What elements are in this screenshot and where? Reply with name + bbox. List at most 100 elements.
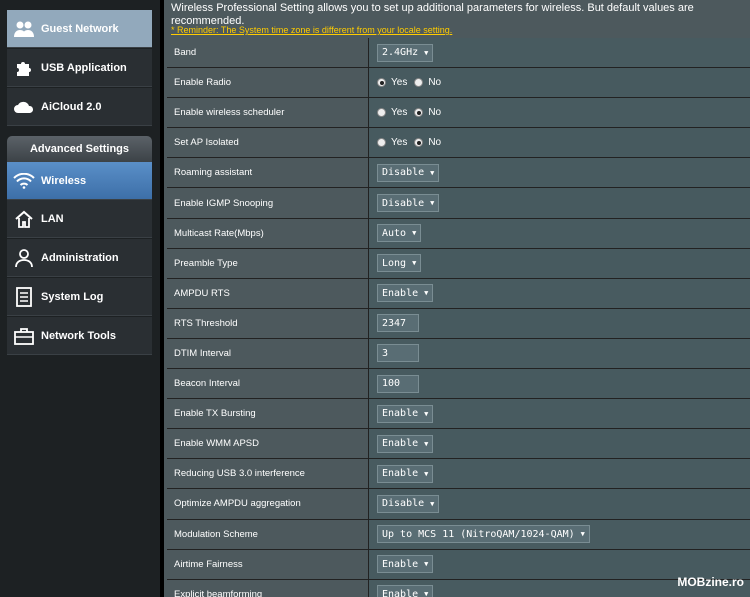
sidebar-item-label: LAN: [41, 212, 64, 225]
select-value: Disable: [382, 498, 425, 510]
radio-group: Yes No: [377, 77, 445, 88]
sidebar-item-lan[interactable]: LAN: [7, 200, 152, 238]
setting-input[interactable]: 2347: [377, 314, 419, 333]
advanced-settings-header: Advanced Settings: [7, 136, 152, 162]
chevron-down-icon: ▼: [424, 469, 429, 478]
setting-label: Beacon Interval: [167, 369, 369, 399]
setting-select[interactable]: Long ▼: [377, 254, 422, 273]
sidebar-item-aicloud[interactable]: AiCloud 2.0: [7, 88, 152, 126]
radio-no[interactable]: [414, 138, 424, 148]
setting-label: Set AP Isolated: [167, 128, 369, 158]
toolbox-icon: [7, 327, 41, 345]
setting-select[interactable]: Disable ▼: [377, 194, 440, 213]
select-value: 2.4GHz: [382, 47, 419, 59]
setting-value-cell: Auto ▼: [369, 218, 750, 248]
select-value: Up to MCS 11 (NitroQAM/1024-QAM): [382, 528, 575, 540]
setting-select[interactable]: 2.4GHz ▼: [377, 43, 434, 62]
settings-row: Roaming assistant Disable ▼: [167, 158, 750, 189]
sidebar-item-administration[interactable]: Administration: [7, 239, 152, 277]
watermark: MOBzine.ro: [677, 575, 744, 589]
sidebar-item-label: Administration: [41, 251, 119, 264]
settings-row: Beacon Interval 100: [167, 369, 750, 400]
radio-label: No: [428, 107, 442, 119]
cloud-icon: [7, 98, 41, 116]
radio-group: Yes No: [377, 107, 445, 118]
setting-value-cell: 3: [369, 338, 750, 369]
setting-label: Enable IGMP Snooping: [167, 188, 369, 218]
sidebar-item-system-log[interactable]: System Log: [7, 278, 152, 316]
sidebar-item-label: AiCloud 2.0: [41, 100, 102, 113]
select-value: Disable: [382, 167, 425, 179]
setting-select[interactable]: Up to MCS 11 (NitroQAM/1024-QAM) ▼: [377, 525, 590, 544]
setting-label: Band: [167, 38, 369, 68]
settings-row: Set AP Isolated Yes No: [167, 128, 750, 159]
main-content: Wireless Professional Setting allows you…: [164, 0, 750, 597]
sidebar-item-network-tools[interactable]: Network Tools: [7, 317, 152, 355]
settings-row: Preamble Type Long ▼: [167, 248, 750, 279]
puzzle-icon: [7, 58, 41, 78]
sidebar-item-label: System Log: [41, 290, 104, 303]
radio-yes[interactable]: [377, 78, 386, 88]
setting-select[interactable]: Auto ▼: [377, 224, 422, 243]
radio-yes[interactable]: [377, 138, 386, 148]
settings-row: Explicit beamforming Enable ▼: [167, 579, 750, 597]
home-icon: [7, 209, 41, 229]
setting-select[interactable]: Disable ▼: [377, 494, 440, 513]
sidebar-item-label: Wireless: [41, 174, 87, 187]
select-value: Enable: [382, 408, 419, 420]
sidebar-item-wireless[interactable]: Wireless: [7, 162, 152, 200]
setting-value-cell: Up to MCS 11 (NitroQAM/1024-QAM) ▼: [369, 519, 750, 549]
chevron-down-icon: ▼: [424, 439, 429, 448]
radio-yes[interactable]: [377, 108, 386, 118]
settings-row: DTIM Interval 3: [167, 338, 750, 370]
setting-select[interactable]: Enable ▼: [377, 585, 434, 597]
sidebar-item-usb-application[interactable]: USB Application: [7, 49, 152, 87]
setting-label: Explicit beamforming: [167, 579, 369, 597]
setting-select[interactable]: Enable ▼: [377, 404, 434, 423]
sidebar: Guest Network USB Application AiCloud 2.…: [0, 0, 160, 597]
sidebar-item-guest-network[interactable]: Guest Network: [7, 10, 152, 48]
select-value: Enable: [382, 588, 419, 597]
setting-label: RTS Threshold: [167, 308, 369, 338]
setting-label: Reducing USB 3.0 interference: [167, 459, 369, 489]
settings-row: Band 2.4GHz ▼: [167, 38, 750, 69]
radio-label: Yes: [391, 107, 408, 119]
settings-row: Modulation Scheme Up to MCS 11 (NitroQAM/…: [167, 519, 750, 550]
setting-value-cell: Disable ▼: [369, 158, 750, 188]
sidebar-item-label: Network Tools: [41, 329, 116, 342]
setting-label: Modulation Scheme: [167, 519, 369, 549]
select-value: Enable: [382, 287, 419, 299]
setting-select[interactable]: Disable ▼: [377, 163, 440, 182]
radio-no[interactable]: [414, 78, 424, 88]
settings-row: Airtime Fairness Enable ▼: [167, 549, 750, 580]
setting-select[interactable]: Enable ▼: [377, 434, 434, 453]
radio-no[interactable]: [414, 108, 424, 118]
setting-label: DTIM Interval: [167, 338, 369, 369]
setting-value-cell: 2347: [369, 308, 750, 338]
chevron-down-icon: ▼: [430, 199, 435, 208]
setting-value-cell: Enable ▼: [369, 278, 750, 308]
settings-row: Enable Radio Yes No: [167, 68, 750, 99]
settings-row: Multicast Rate(Mbps) Auto ▼: [167, 218, 750, 249]
settings-row: Enable TX Bursting Enable ▼: [167, 399, 750, 430]
setting-label: Optimize AMPDU aggregation: [167, 489, 369, 519]
chevron-down-icon: ▼: [580, 530, 585, 539]
setting-select[interactable]: Enable ▼: [377, 284, 434, 303]
setting-value-cell: Enable ▼: [369, 459, 750, 489]
chevron-down-icon: ▼: [424, 590, 429, 597]
setting-label: Roaming assistant: [167, 158, 369, 188]
setting-input[interactable]: 3: [377, 344, 419, 363]
setting-select[interactable]: Enable ▼: [377, 464, 434, 483]
settings-row: Enable wireless scheduler Yes No: [167, 98, 750, 129]
chevron-down-icon: ▼: [430, 499, 435, 508]
setting-select[interactable]: Enable ▼: [377, 555, 434, 574]
setting-input[interactable]: 100: [377, 374, 419, 393]
select-value: Disable: [382, 197, 425, 209]
setting-label: Enable TX Bursting: [167, 399, 369, 429]
chevron-down-icon: ▼: [412, 259, 417, 268]
sidebar-item-label: Guest Network: [41, 22, 119, 35]
timezone-reminder-link[interactable]: * Reminder: The System time zone is diff…: [171, 25, 452, 35]
setting-value-cell: Yes No: [369, 98, 750, 128]
select-value: Enable: [382, 558, 419, 570]
settings-row: Reducing USB 3.0 interference Enable ▼: [167, 459, 750, 490]
